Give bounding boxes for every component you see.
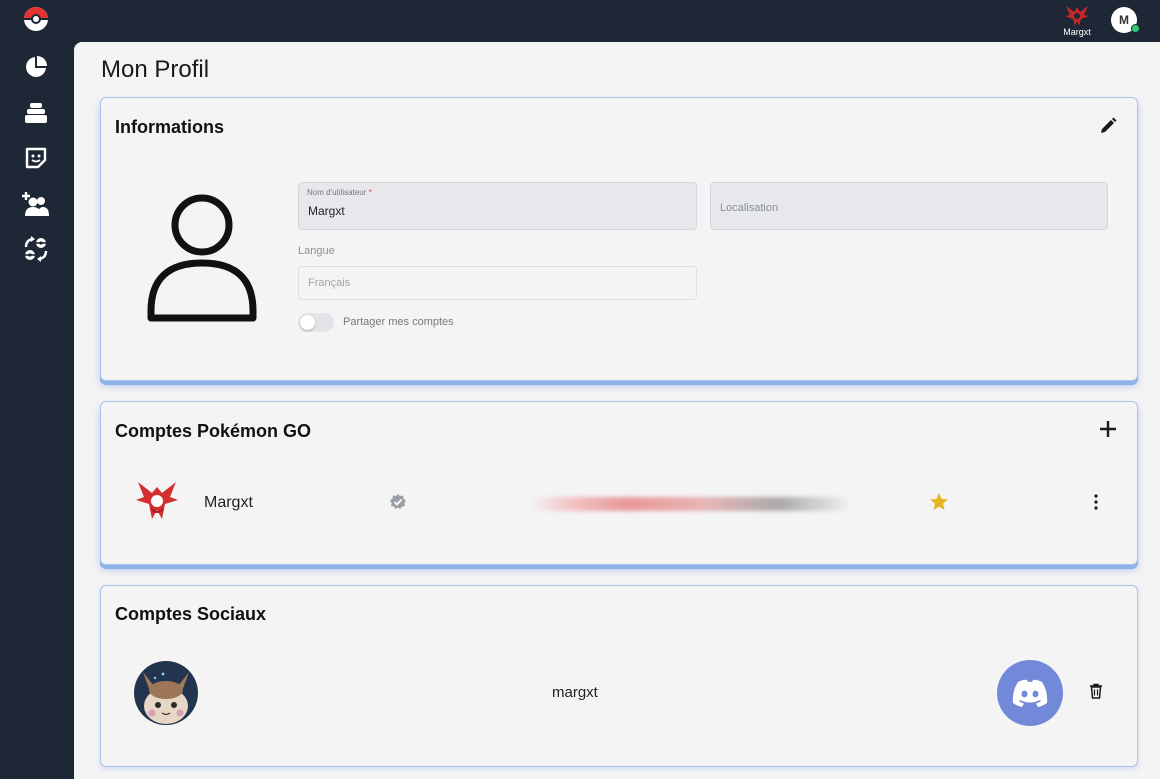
location-field[interactable]: Localisation [710,182,1108,230]
required-marker: * [368,188,372,197]
online-status-dot [1131,24,1140,33]
edit-button[interactable] [1097,115,1119,137]
stack-icon[interactable] [21,98,51,128]
username-value: Margxt [308,204,345,218]
account-name: Margxt [204,494,253,511]
team-badge[interactable]: Margxt [1058,4,1096,42]
toggle-knob [300,315,315,330]
topbar: Margxt M [74,0,1160,42]
pencil-icon [1101,117,1117,133]
user-avatar[interactable]: M [1111,7,1140,33]
pokemon-go-accounts-card: Comptes Pokémon GO Margxt [100,401,1138,565]
sticker-icon[interactable] [21,143,51,173]
share-accounts-toggle[interactable] [298,313,334,332]
username-label-text: Nom d'utilisateur [307,188,367,197]
social-account-name: margxt [552,684,598,701]
favorite-star-icon[interactable] [929,492,949,512]
valor-team-icon [1065,6,1089,26]
informations-title: Informations [115,117,225,137]
trade-icon[interactable] [21,234,51,264]
discord-icon [1012,679,1048,707]
avatar-initial: M [1119,13,1129,27]
add-account-button[interactable] [1097,418,1119,440]
pokemon-go-accounts-title: Comptes Pokémon GO [115,421,312,441]
language-value: Français [308,277,351,289]
share-accounts-label: Partager mes comptes [343,316,454,328]
informations-card: Informations Nom d'utilisateur * Margxt … [100,97,1138,381]
language-label: Langue [298,245,335,257]
sidebar [0,0,74,779]
location-placeholder: Localisation [720,202,779,214]
username-label: Nom d'utilisateur * [307,188,372,197]
blurred-friend-code [531,497,851,511]
more-options-icon[interactable] [1092,493,1100,511]
pokeball-icon[interactable] [21,4,51,34]
social-accounts-title: Comptes Sociaux [115,604,267,624]
social-accounts-card: Comptes Sociaux margxt [100,585,1138,767]
username-field[interactable]: Nom d'utilisateur * Margxt [298,182,697,230]
pie-chart-icon[interactable] [21,52,51,82]
topbar-username: Margxt [1063,27,1091,37]
valor-team-icon [136,482,178,519]
language-select[interactable]: Français [298,266,697,300]
main-content: Mon Profil Informations Nom d'utilisateu… [74,42,1160,779]
social-avatar [134,661,198,725]
trash-icon[interactable] [1089,683,1103,699]
profile-placeholder-icon [147,194,257,322]
verified-icon [390,494,406,509]
plus-icon [1100,421,1116,437]
page-title: Mon Profil [101,56,210,83]
discord-badge[interactable] [997,660,1063,726]
add-friend-icon[interactable] [21,189,51,219]
